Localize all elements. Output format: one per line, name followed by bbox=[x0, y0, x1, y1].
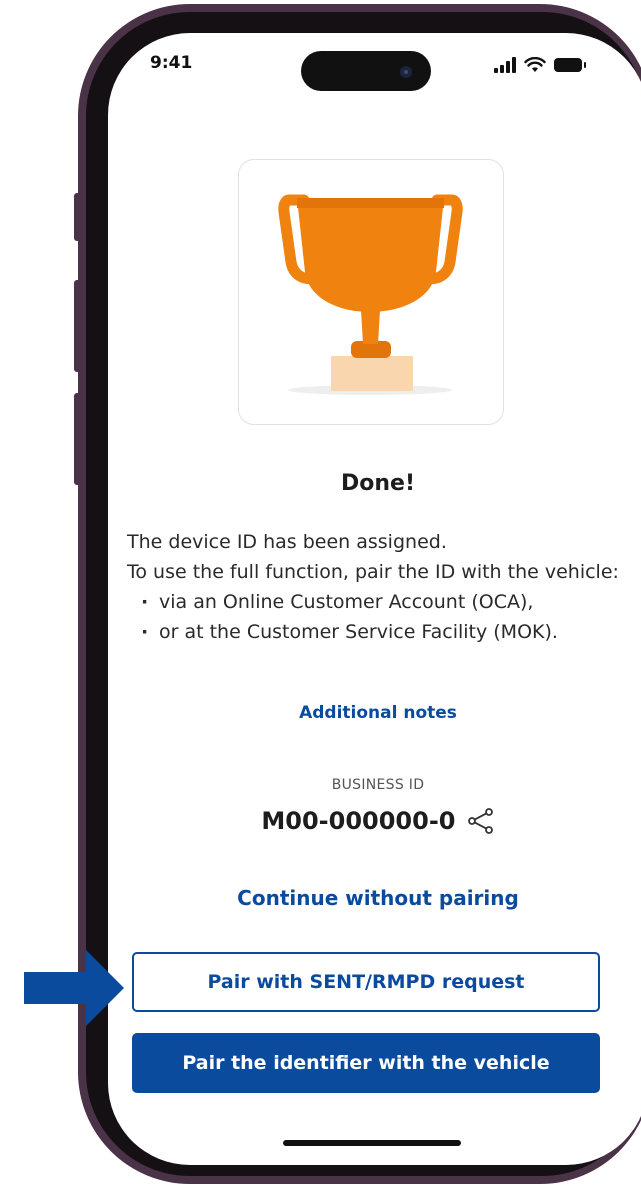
continue-without-pairing-link[interactable]: Continue without pairing bbox=[108, 886, 641, 910]
description-line: The device ID has been assigned. bbox=[127, 531, 447, 553]
pointer-arrow-icon bbox=[24, 950, 124, 1026]
status-time: 9:41 bbox=[150, 53, 193, 73]
status-icons bbox=[494, 57, 592, 73]
trophy-card bbox=[238, 159, 504, 425]
home-indicator[interactable] bbox=[283, 1140, 461, 1146]
business-id-value: M00-000000-0 bbox=[261, 807, 456, 835]
description-text: The device ID has been assigned. To use … bbox=[127, 527, 637, 647]
business-id-row: M00-000000-0 bbox=[108, 807, 641, 835]
camera-icon bbox=[400, 66, 412, 78]
phone-screen: 9:41 Done! The device ID has been assign… bbox=[108, 33, 641, 1165]
share-icon[interactable] bbox=[467, 807, 495, 835]
page-title: Done! bbox=[341, 471, 415, 496]
bullet-item: or at the Customer Service Facility (MOK… bbox=[127, 617, 637, 647]
wifi-icon bbox=[524, 57, 546, 72]
battery-icon bbox=[554, 58, 586, 72]
bullet-item: via an Online Customer Account (OCA), bbox=[127, 587, 637, 617]
description-line: To use the full function, pair the ID wi… bbox=[127, 561, 619, 583]
pair-vehicle-button[interactable]: Pair the identifier with the vehicle bbox=[132, 1033, 600, 1093]
business-id-label: BUSINESS ID bbox=[331, 777, 425, 793]
pair-sent-rmpd-button[interactable]: Pair with SENT/RMPD request bbox=[132, 952, 600, 1012]
additional-notes-link[interactable]: Additional notes bbox=[108, 703, 641, 723]
trophy-icon bbox=[278, 194, 463, 395]
dynamic-island bbox=[301, 51, 431, 91]
